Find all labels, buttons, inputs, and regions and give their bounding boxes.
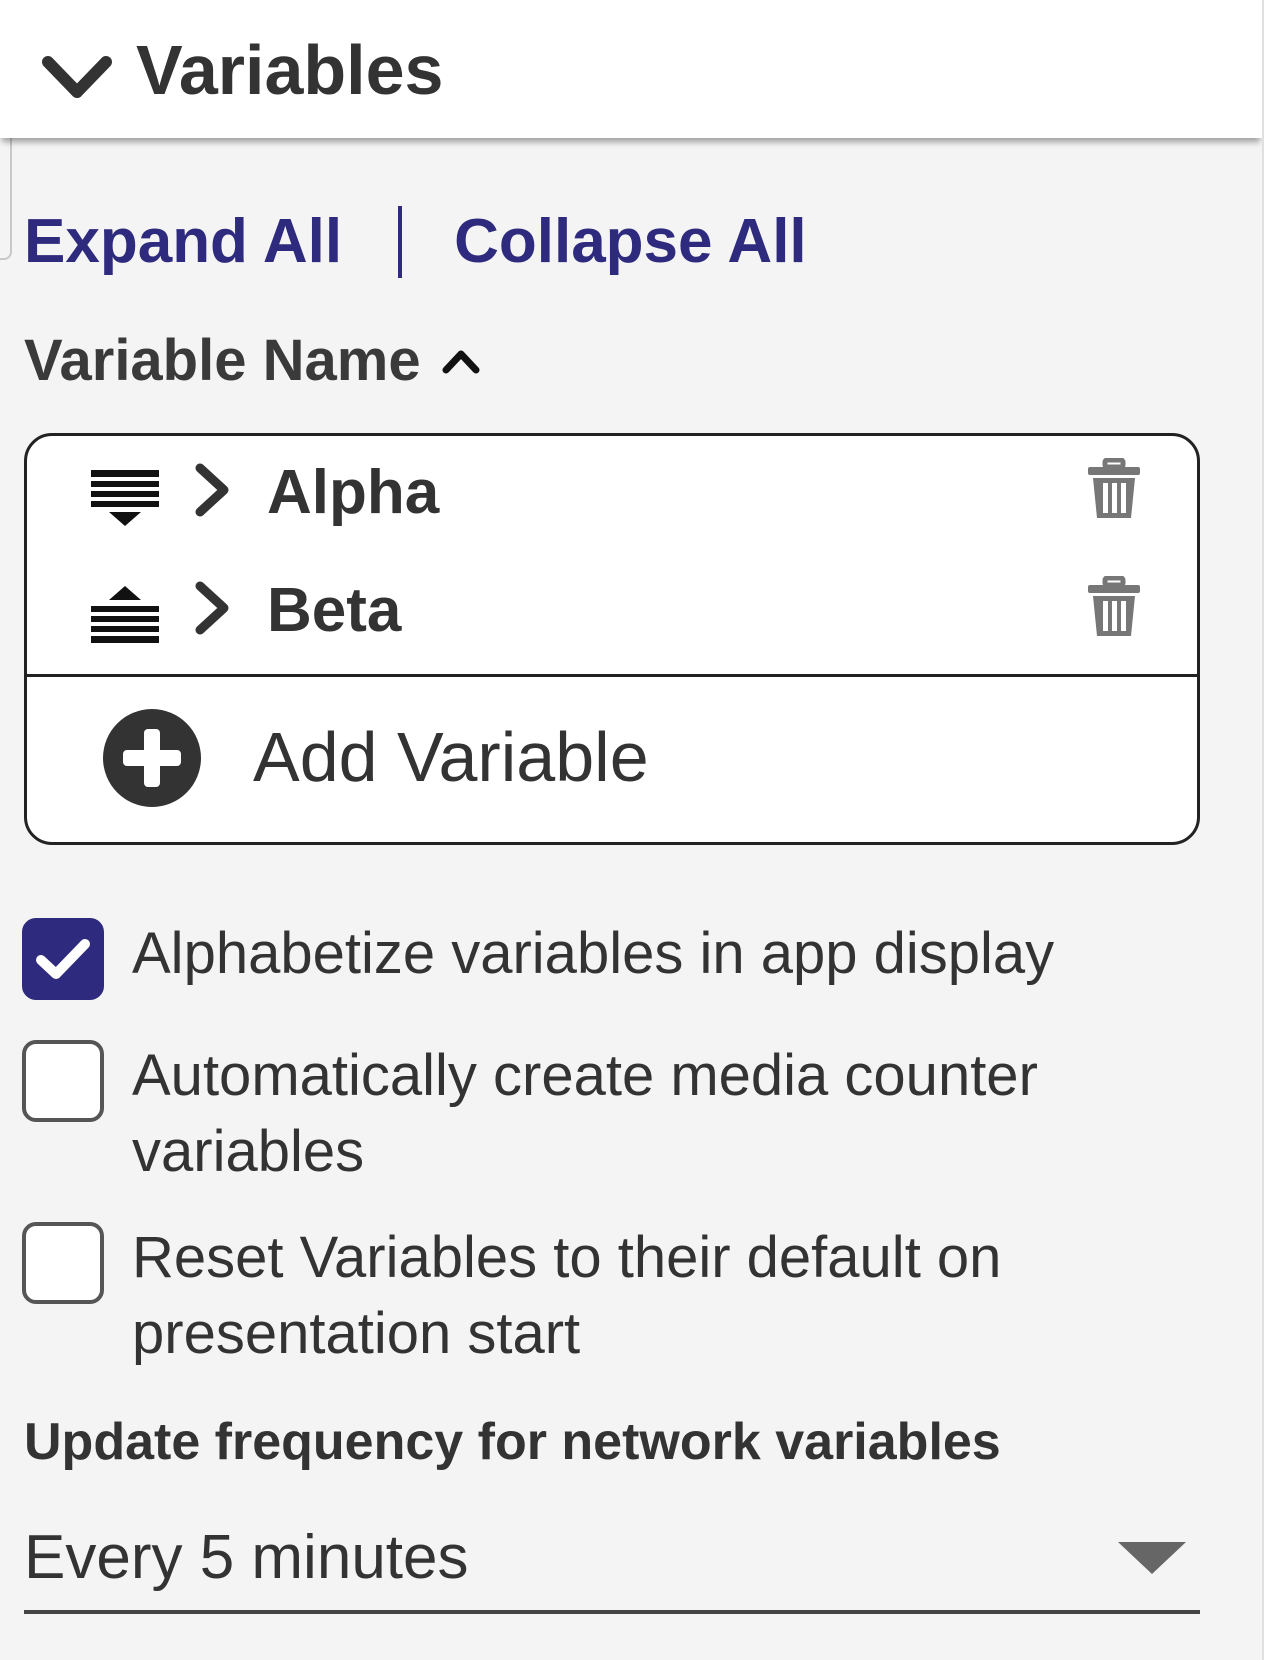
sort-ascending-icon [91, 586, 159, 643]
update-frequency-select[interactable]: Every 5 minutes [24, 1514, 1200, 1614]
update-frequency-label: Update frequency for network variables [24, 1413, 1001, 1471]
alphabetize-checkbox[interactable] [22, 918, 104, 1000]
collapse-all-link[interactable]: Collapse All [454, 207, 807, 277]
expand-all-link[interactable]: Expand All [24, 207, 342, 277]
add-variable-label: Add Variable [253, 718, 649, 796]
variable-row[interactable]: Alpha [27, 436, 1197, 546]
chevron-up-icon [442, 350, 480, 374]
variable-list: Alpha Beta Add Variable [24, 433, 1200, 845]
plus-circle-icon [103, 709, 201, 807]
add-variable-button[interactable]: Add Variable [27, 677, 1197, 842]
variable-row[interactable]: Beta [27, 554, 1197, 664]
panel-scrollbar[interactable] [1262, 0, 1280, 1660]
checkmark-icon [36, 939, 90, 979]
chevron-down-icon[interactable] [42, 52, 112, 102]
chevron-right-icon[interactable] [192, 580, 232, 636]
alphabetize-label: Alphabetize variables in app display [132, 921, 1055, 986]
link-divider [398, 206, 403, 278]
sort-descending-icon [91, 470, 159, 526]
sort-label: Variable Name [24, 328, 421, 393]
reset-variables-label: Reset Variables to their default on pres… [132, 1225, 1002, 1366]
section-title: Variables [136, 31, 444, 109]
variables-section-header[interactable]: Variables [0, 0, 1262, 138]
media-counter-label: Automatically create media counter varia… [132, 1043, 1038, 1184]
trash-icon[interactable] [1085, 576, 1143, 640]
trash-icon[interactable] [1085, 458, 1143, 522]
update-frequency-value: Every 5 minutes [24, 1523, 469, 1592]
variable-name[interactable]: Beta [267, 576, 401, 646]
expand-collapse-links: Expand All Collapse All [24, 202, 807, 282]
media-counter-option[interactable]: Automatically create media counter varia… [22, 1040, 1182, 1190]
variable-name-sort-header[interactable]: Variable Name [24, 328, 481, 394]
reset-variables-option[interactable]: Reset Variables to their default on pres… [22, 1222, 1212, 1372]
variables-panel: Variables Expand All Collapse All Variab… [0, 0, 1262, 1660]
media-counter-checkbox[interactable] [22, 1040, 104, 1122]
dropdown-arrow-icon [1118, 1542, 1186, 1574]
chevron-right-icon[interactable] [192, 462, 232, 518]
reset-variables-checkbox[interactable] [22, 1222, 104, 1304]
alphabetize-option[interactable]: Alphabetize variables in app display [22, 918, 1212, 1000]
variable-name[interactable]: Alpha [267, 458, 439, 528]
